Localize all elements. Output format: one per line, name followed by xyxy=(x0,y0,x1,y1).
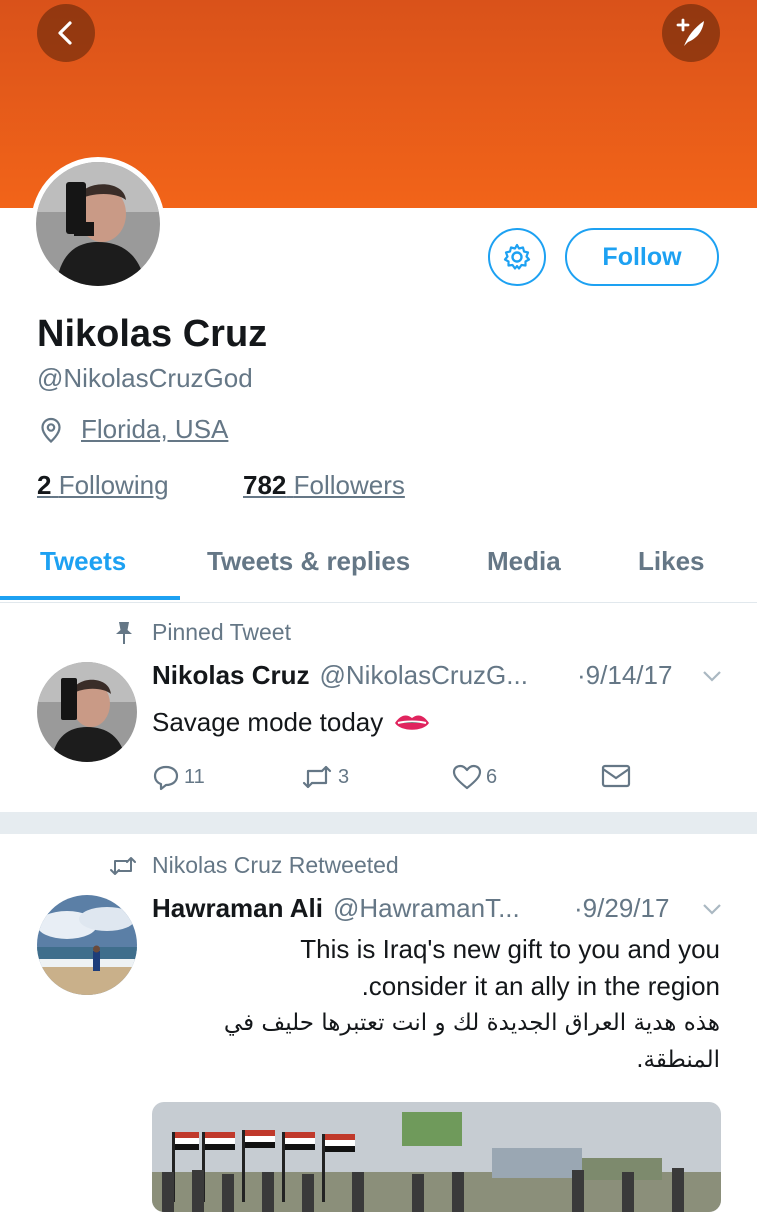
compose-tweet-button[interactable] xyxy=(662,4,720,62)
tab-media[interactable]: Media xyxy=(487,546,561,577)
followers-label: Followers xyxy=(293,470,405,500)
tab-tweets-replies[interactable]: Tweets & replies xyxy=(207,546,410,577)
gear-icon xyxy=(503,243,531,270)
retweet-icon xyxy=(302,765,332,789)
heart-icon xyxy=(452,764,482,790)
tweet-divider xyxy=(0,812,757,834)
tweet-date[interactable]: ·9/29/17 xyxy=(574,893,669,924)
profile-tabs: Tweets Tweets & replies Media Likes xyxy=(0,532,757,603)
following-count: 2 xyxy=(37,470,52,500)
active-tab-indicator xyxy=(0,596,180,600)
pinned-tweet-label: Pinned Tweet xyxy=(113,619,291,646)
following-label: Following xyxy=(58,470,169,500)
followers-stat[interactable]: 782 Followers xyxy=(243,470,405,501)
tweet-author-handle: @NikolasCruzG... xyxy=(319,660,528,690)
tab-likes[interactable]: Likes xyxy=(638,546,705,577)
chevron-left-icon xyxy=(58,21,72,45)
location-link[interactable]: Florida, USA xyxy=(81,414,228,445)
retweeted-label: Nikolas Cruz Retweeted xyxy=(108,852,399,879)
tweet-avatar[interactable] xyxy=(37,662,137,762)
profile-name: Nikolas Cruz xyxy=(37,313,268,355)
envelope-icon xyxy=(601,764,631,788)
followers-count: 782 xyxy=(243,470,287,500)
following-stat[interactable]: 2 Following xyxy=(37,470,169,501)
tweet-author-name: Nikolas Cruz xyxy=(152,660,310,690)
compose-tweet-icon xyxy=(676,18,704,46)
tweet-text-line: .consider it an ally in the region xyxy=(361,971,720,1001)
tweet-avatar[interactable] xyxy=(37,895,137,995)
retweet-button[interactable]: 3 xyxy=(300,763,349,791)
direct-message-button[interactable] xyxy=(601,763,631,789)
profile-handle: @NikolasCruzGod xyxy=(37,363,253,393)
tweet-author[interactable]: Hawraman Ali @HawramanT... xyxy=(152,893,520,924)
tweet-date[interactable]: ·9/14/17 xyxy=(577,660,672,691)
tweet-text-line: هذه هدية العراق الجديدة لك و انت تعتبرها… xyxy=(223,1010,720,1036)
profile-avatar[interactable] xyxy=(31,157,165,291)
tweet-text: Savage mode today xyxy=(152,707,431,738)
tab-tweets[interactable]: Tweets xyxy=(40,546,126,577)
retweet-icon xyxy=(110,856,136,875)
tweet-text: This is Iraq's new gift to you and you .… xyxy=(224,931,720,1079)
lips-icon xyxy=(395,714,430,730)
tweet-text-line: This is Iraq's new gift to you and you xyxy=(300,934,720,964)
settings-button[interactable] xyxy=(488,228,546,286)
tweet-author[interactable]: Nikolas Cruz @NikolasCruzG... xyxy=(152,660,528,691)
back-button[interactable] xyxy=(37,4,95,62)
follow-button[interactable]: Follow xyxy=(565,228,719,286)
reply-button[interactable]: 11 xyxy=(152,763,205,791)
reply-icon xyxy=(153,765,179,791)
tweet-author-name: Hawraman Ali xyxy=(152,893,323,923)
pin-icon xyxy=(116,621,132,644)
chevron-down-icon[interactable] xyxy=(702,669,722,683)
location-pin-icon xyxy=(41,417,61,443)
chevron-down-icon[interactable] xyxy=(702,902,722,916)
profile-location: Florida, USA xyxy=(37,414,228,445)
tweet-author-handle: @HawramanT... xyxy=(332,893,520,923)
tweet-text-line: المنطقة. xyxy=(636,1047,720,1073)
like-button[interactable]: 6 xyxy=(452,763,497,791)
tweet-media-image[interactable] xyxy=(152,1102,721,1212)
